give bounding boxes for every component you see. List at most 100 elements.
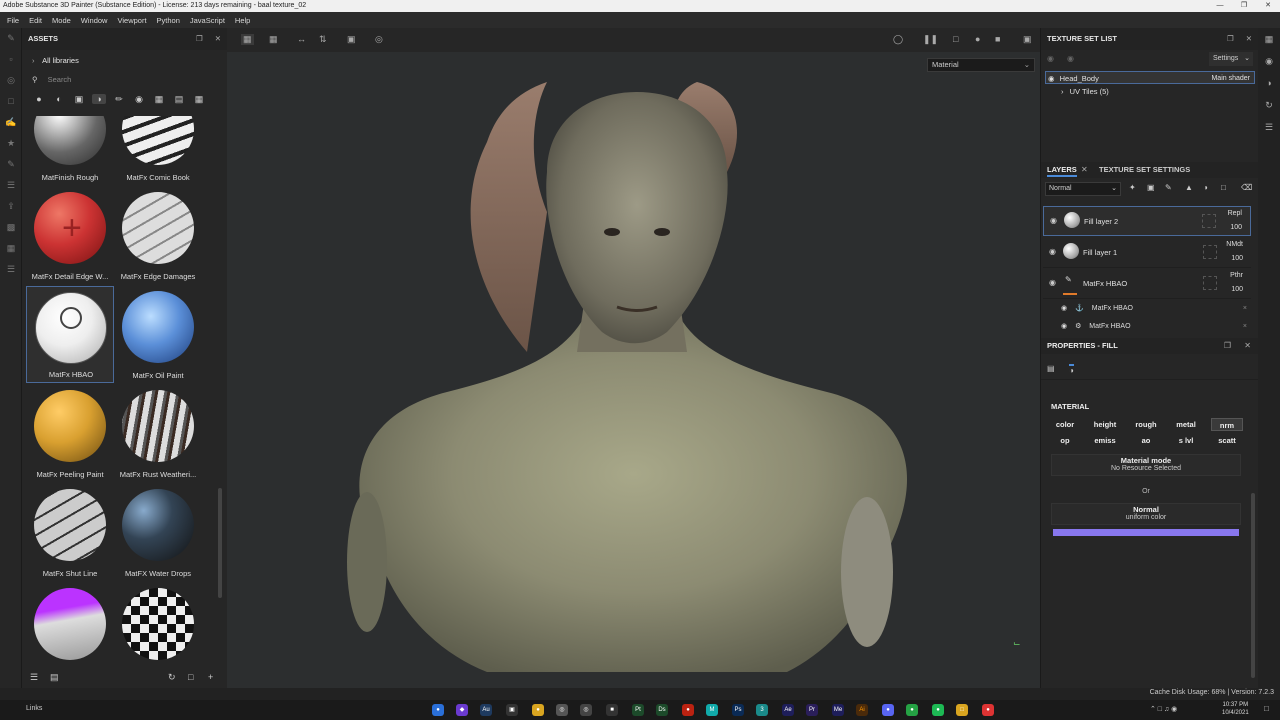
stamp-icon[interactable]: ▩ [0,217,22,238]
sublayer-row[interactable]: ◉ ⚙ MatFx HBAO × [1061,318,1251,335]
taskbar-links[interactable]: Links [26,705,42,712]
app-icon[interactable]: ◆ [456,704,468,716]
audition-icon[interactable]: Au [480,704,492,716]
blend-mode-select[interactable]: Normal ⌄ [1045,182,1121,196]
asset-tile[interactable]: MatFx Peeling Paint [26,385,114,482]
channel-height[interactable]: height [1089,418,1121,431]
layer-blend[interactable]: Repl [1228,210,1242,217]
clock[interactable]: 10:37 PM 10/4/2021 [1222,701,1249,717]
refresh-icon[interactable]: ↻ [168,672,176,683]
chrome-icon[interactable]: ● [982,704,994,716]
eraser-icon[interactable]: ▫ [0,49,22,70]
projection-icon[interactable]: ◎ [0,70,22,91]
asset-tile[interactable]: MatFX Water Drops [114,484,202,581]
settings-dropdown[interactable]: Settings ⌄ [1209,52,1253,66]
texture-set-icon[interactable]: ▦ [1258,28,1280,50]
shader-icon[interactable]: ◑ [1258,72,1280,94]
asset-tile[interactable]: + MatFx Detail Edge W... [26,187,114,284]
color-picker-icon[interactable]: ✎ [0,154,22,175]
symmetry-icon[interactable]: ↔ [297,34,306,44]
layer-blend[interactable]: NMdt [1226,241,1243,248]
menu-help[interactable]: Help [235,16,250,25]
tab-layers[interactable]: LAYERS [1047,165,1077,177]
mask-filter-icon[interactable]: ▣ [72,94,86,105]
close-panel-icon[interactable]: ✕ [215,34,221,43]
material-filter-icon[interactable]: ● [32,94,46,104]
sublayer-row[interactable]: ◉ ⚓ MatFx HBAO × [1061,300,1251,317]
close-tab-icon[interactable]: ✕ [1081,165,1088,174]
close-panel-icon[interactable]: ✕ [1244,341,1251,350]
assets-scrollbar[interactable] [218,488,222,598]
layers-icon[interactable]: ☰ [0,259,22,280]
visibility-icon[interactable]: ◉ [1061,305,1067,312]
single-view-icon[interactable]: ▦ [241,34,254,45]
asset-tile[interactable] [114,583,202,666]
list-view-icon[interactable]: ▤ [50,672,59,683]
menu-viewport[interactable]: Viewport [117,16,146,25]
alpha-filter-icon[interactable]: ◉ [132,94,146,105]
layer-row[interactable]: ◉ ✎ MatFx HBAO Pthr 100 [1043,269,1251,299]
bake-icon[interactable]: ☰ [0,175,22,196]
add-paint-layer-icon[interactable]: ✎ [1165,183,1172,192]
channel-nrm[interactable]: nrm [1211,418,1243,431]
pause-icon[interactable]: ❚❚ [923,34,938,45]
search-input[interactable]: Search [48,75,72,84]
layer-mask-slot[interactable] [1202,214,1216,228]
texture-set-row[interactable]: ◉ Head_Body Main shader [1045,71,1255,84]
undock-icon[interactable]: ❐ [1227,34,1234,43]
asset-tile[interactable]: MatFx Oil Paint [114,286,202,383]
screenshot-icon[interactable]: ▣ [1023,34,1032,45]
channel-op[interactable]: op [1049,434,1081,447]
menu-file[interactable]: File [7,16,19,25]
display-settings-icon[interactable]: ■ [995,34,1000,44]
app-icon[interactable]: M [706,704,718,716]
close-icon[interactable]: ✕ [1256,0,1280,12]
paint-brush-icon[interactable]: ✎ [0,28,22,49]
visibility-icon[interactable]: ◉ [1049,247,1056,256]
viewport-mode-select[interactable]: Material ⌄ [927,58,1035,72]
smart-material-icon[interactable]: ◑ [1203,183,1208,192]
channel-ao[interactable]: ao [1130,434,1162,447]
layer-row[interactable]: ◉ Fill layer 1 NMdt 100 [1043,238,1251,268]
layer-row[interactable]: ◉ Fill layer 2 Repl 100 [1043,206,1251,236]
undock-icon[interactable]: ❐ [1224,341,1231,350]
asset-tile-selected[interactable]: MatFx HBAO [26,286,114,383]
layer-opacity[interactable]: 100 [1231,286,1243,293]
search-row[interactable]: ⚲ Search [22,72,227,88]
folder-icon[interactable]: □ [956,704,968,716]
smart-mask-filter-icon[interactable]: ◑ [92,94,106,104]
normal-color-swatch[interactable] [1053,529,1239,536]
texture-filter-icon[interactable]: ▦ [152,94,166,105]
channel-s-lvl[interactable]: s lvl [1170,434,1202,447]
polygon-fill-icon[interactable]: □ [0,91,22,112]
properties-scrollbar[interactable] [1251,493,1255,678]
notification-icon[interactable]: □ [1264,704,1269,713]
layer-blend[interactable]: Pthr [1230,272,1243,279]
3d-viewport[interactable]: ▦ ▦ ↔ ⇅ ▣ ◎ ◯ ❚❚ □ ● ■ ▣ Material ⌄ ⌙ [227,28,1040,688]
designer-icon[interactable]: Ds [656,704,668,716]
asset-tile[interactable] [26,583,114,666]
add-folder-icon[interactable]: □ [1221,183,1226,192]
asset-tile[interactable]: MatFx Shut Line [26,484,114,581]
discord-icon[interactable]: ● [882,704,894,716]
normal-channel-box[interactable]: Normal uniform color [1051,503,1241,525]
camera-orbit-icon[interactable]: ◎ [375,34,383,45]
tab-texture-set-settings[interactable]: TEXTURE SET SETTINGS [1099,165,1190,174]
app-icon[interactable]: 3 [756,704,768,716]
visibility-icon[interactable]: ◉ [1048,74,1055,83]
whatsapp-icon[interactable]: ● [906,704,918,716]
material-mode-box[interactable]: Material mode No Resource Selected [1051,454,1241,476]
asset-tile[interactable]: MatFx Edge Damages [114,187,202,284]
clone-icon[interactable]: ★ [0,133,22,154]
maximize-icon[interactable]: ❐ [1232,0,1256,12]
fill-tab-icon[interactable]: ▤ [1047,364,1055,373]
uv-tiles-row[interactable]: › UV Tiles (5) [1061,85,1271,98]
add-effect-icon[interactable]: ✦ [1129,183,1136,192]
menu-javascript[interactable]: JavaScript [190,16,225,25]
channel-rough[interactable]: rough [1130,418,1162,431]
texture-icon[interactable]: ▦ [0,238,22,259]
painter-icon[interactable]: Pt [632,704,644,716]
render-icon[interactable]: ◯ [893,34,903,45]
menu-mode[interactable]: Mode [52,16,71,25]
frame-icon[interactable]: ▣ [347,34,356,45]
